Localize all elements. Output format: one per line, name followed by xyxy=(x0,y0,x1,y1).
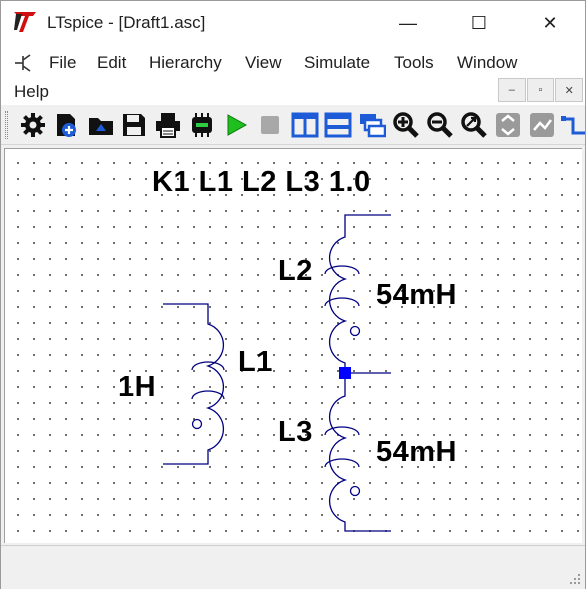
minimize-icon: — xyxy=(399,12,417,33)
close-icon: ✕ xyxy=(542,12,558,33)
zoom-in-icon[interactable] xyxy=(392,111,420,139)
gear-icon[interactable] xyxy=(19,111,47,139)
inductor-l1-symbol[interactable] xyxy=(163,303,225,465)
l3-phase-dot xyxy=(349,485,361,497)
menu-view[interactable]: View xyxy=(245,53,282,73)
status-bar xyxy=(1,545,585,589)
l3-value-label[interactable]: 54mH xyxy=(376,436,457,469)
title-bar: LTspice - [Draft1.asc] — ☐ ✕ xyxy=(1,1,585,45)
maximize-icon: ☐ xyxy=(470,12,488,33)
ltspice-logo-icon xyxy=(14,12,36,32)
l3-name-label[interactable]: L3 xyxy=(278,416,313,449)
menu-help[interactable]: Help xyxy=(14,82,49,102)
save-icon[interactable] xyxy=(120,111,148,139)
toggle-icon[interactable] xyxy=(528,111,556,139)
component-icon[interactable] xyxy=(188,111,216,139)
print-icon[interactable] xyxy=(154,111,182,139)
schematic-canvas[interactable]: K1 L1 L2 L3 1.0 L1 1H L2 54mH L3 54mH xyxy=(4,148,582,543)
l2-value-label[interactable]: 54mH xyxy=(376,279,457,312)
close-button[interactable]: ✕ xyxy=(527,1,573,45)
l2-phase-dot xyxy=(349,325,361,337)
l1-phase-dot xyxy=(191,418,203,430)
minimize-button[interactable]: — xyxy=(385,1,431,45)
schematic-doc-icon[interactable] xyxy=(11,51,35,75)
toolbar xyxy=(1,105,585,145)
stop-icon[interactable] xyxy=(256,111,284,139)
mdi-close-button[interactable]: ✕ xyxy=(555,78,584,102)
menu-bar: File Edit Hierarchy View Simulate Tools … xyxy=(1,45,585,105)
mdi-restore-button[interactable]: ▫ xyxy=(526,78,555,102)
junction-node[interactable] xyxy=(339,367,351,379)
menu-edit[interactable]: Edit xyxy=(97,53,126,73)
toolbar-grip[interactable] xyxy=(5,111,8,139)
new-schematic-icon[interactable] xyxy=(53,111,81,139)
cascade-icon[interactable] xyxy=(358,111,386,139)
maximize-button[interactable]: ☐ xyxy=(456,1,502,45)
l2-name-label[interactable]: L2 xyxy=(278,255,313,288)
l1-value-label[interactable]: 1H xyxy=(118,371,156,404)
menu-file[interactable]: File xyxy=(49,53,76,73)
open-icon[interactable] xyxy=(87,111,115,139)
menu-window[interactable]: Window xyxy=(457,53,517,73)
run-icon[interactable] xyxy=(222,111,250,139)
tile-horizontal-icon[interactable] xyxy=(324,111,352,139)
app-window: LTspice - [Draft1.asc] — ☐ ✕ File Edit H… xyxy=(0,0,586,589)
mdi-controls: – ▫ ✕ xyxy=(498,78,584,102)
tile-vertical-icon[interactable] xyxy=(291,111,319,139)
zoom-fit-icon[interactable] xyxy=(460,111,488,139)
resize-grip-icon[interactable] xyxy=(569,573,581,585)
menu-tools[interactable]: Tools xyxy=(394,53,434,73)
spice-directive[interactable]: K1 L1 L2 L3 1.0 xyxy=(152,166,371,199)
menu-simulate[interactable]: Simulate xyxy=(304,53,370,73)
l1-name-label[interactable]: L1 xyxy=(238,346,273,379)
schematic-drawing xyxy=(163,214,391,532)
window-title: LTspice - [Draft1.asc] xyxy=(47,13,206,32)
mdi-minimize-button[interactable]: – xyxy=(498,78,526,102)
autoscale-icon[interactable] xyxy=(494,111,522,139)
zoom-out-icon[interactable] xyxy=(426,111,454,139)
menu-hierarchy[interactable]: Hierarchy xyxy=(149,53,222,73)
wire-icon[interactable] xyxy=(561,111,585,139)
